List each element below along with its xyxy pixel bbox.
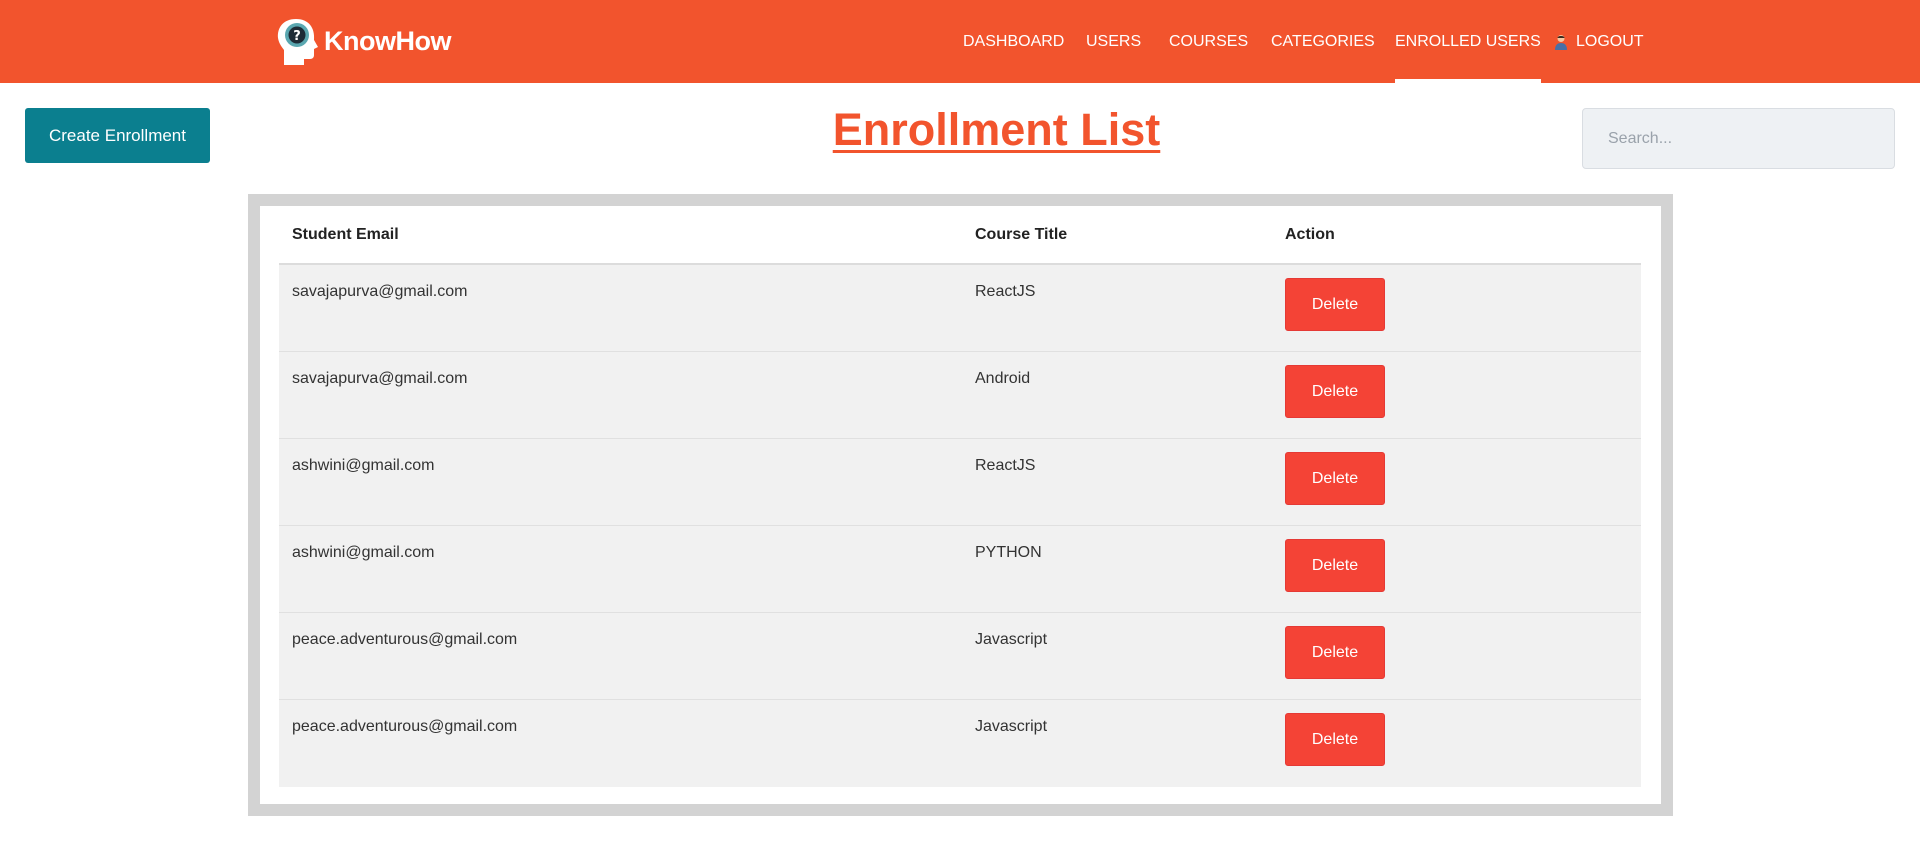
table-row: peace.adventurous@gmail.com Javascript D…	[279, 700, 1641, 787]
brand[interactable]: ? KnowHow	[274, 15, 451, 67]
delete-button[interactable]: Delete	[1285, 278, 1385, 331]
nav-logout-label: LOGOUT	[1576, 32, 1644, 50]
delete-button[interactable]: Delete	[1285, 452, 1385, 505]
course-title: ReactJS	[975, 283, 1036, 300]
nav-categories[interactable]: CATEGORIES	[1271, 0, 1375, 83]
student-email: savajapurva@gmail.com	[292, 283, 468, 300]
course-title: PYTHON	[975, 544, 1042, 561]
table-row: savajapurva@gmail.com Android Delete	[279, 352, 1641, 439]
header-action: Action	[1285, 225, 1335, 243]
student-email: peace.adventurous@gmail.com	[292, 718, 518, 735]
table-row: ashwini@gmail.com ReactJS Delete	[279, 439, 1641, 526]
course-title: Javascript	[975, 718, 1048, 735]
course-title: Android	[975, 370, 1031, 387]
table-row: peace.adventurous@gmail.com Javascript D…	[279, 613, 1641, 700]
top-navbar: ? KnowHow DASHBOARD USERS COURSES CATEGO…	[0, 0, 1920, 83]
search-input[interactable]	[1582, 108, 1895, 169]
table-row: savajapurva@gmail.com ReactJS Delete	[279, 265, 1641, 352]
header-course-title: Course Title	[975, 225, 1068, 243]
user-icon	[1554, 34, 1568, 50]
svg-text:?: ?	[293, 29, 301, 44]
table-row: ashwini@gmail.com PYTHON Delete	[279, 526, 1641, 613]
delete-button[interactable]: Delete	[1285, 365, 1385, 418]
course-title: ReactJS	[975, 457, 1036, 474]
delete-button[interactable]: Delete	[1285, 713, 1385, 766]
student-email: peace.adventurous@gmail.com	[292, 631, 518, 648]
student-email: ashwini@gmail.com	[292, 457, 435, 474]
brand-name: KnowHow	[324, 25, 451, 56]
nav-users[interactable]: USERS	[1086, 0, 1141, 83]
delete-button[interactable]: Delete	[1285, 626, 1385, 679]
course-title: Javascript	[975, 631, 1048, 648]
delete-button[interactable]: Delete	[1285, 539, 1385, 592]
head-question-icon: ?	[274, 15, 322, 67]
student-email: savajapurva@gmail.com	[292, 370, 468, 387]
nav-enrolled-users[interactable]: ENROLLED USERS	[1395, 0, 1541, 83]
nav-dashboard[interactable]: DASHBOARD	[963, 0, 1064, 83]
student-email: ashwini@gmail.com	[292, 544, 435, 561]
header-student-email: Student Email	[292, 225, 399, 243]
enrollment-table: Student Email Course Title Action savaja…	[279, 206, 1641, 787]
nav-logout[interactable]: LOGOUT	[1554, 0, 1644, 83]
nav-courses[interactable]: COURSES	[1169, 0, 1248, 83]
table-header: Student Email Course Title Action	[279, 206, 1641, 265]
